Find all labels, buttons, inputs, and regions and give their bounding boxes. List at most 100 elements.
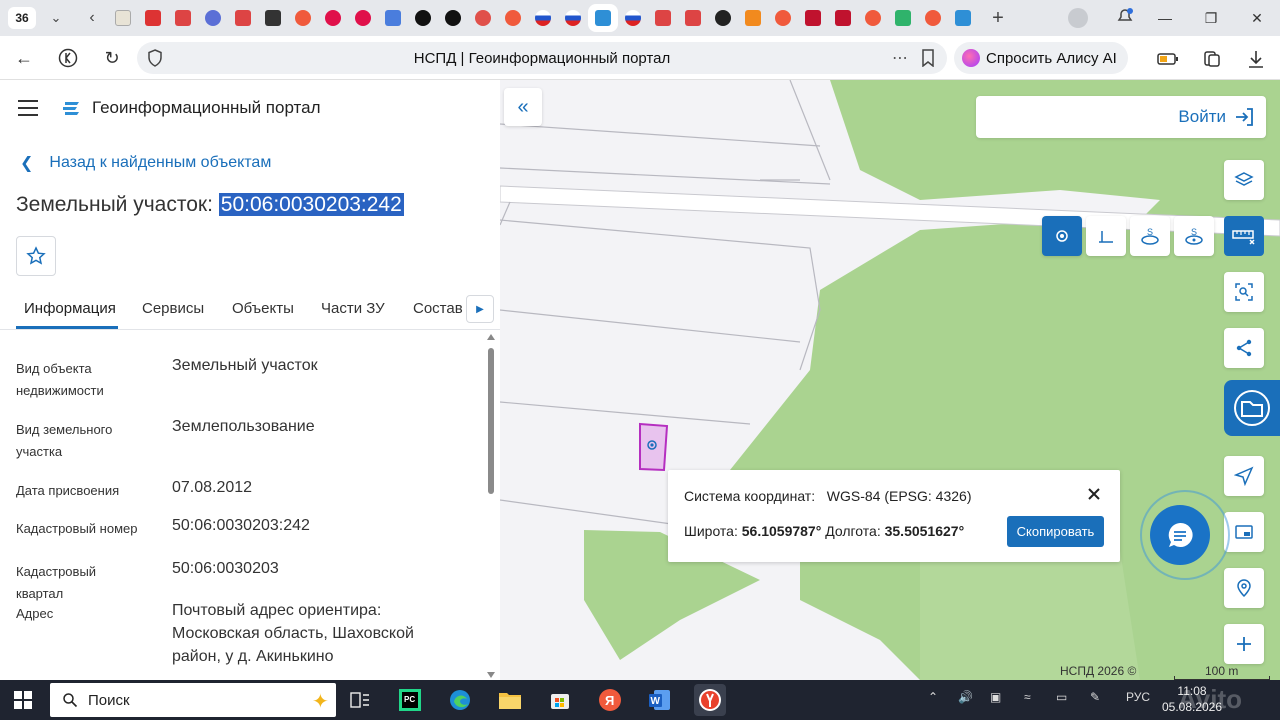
tab-objects[interactable]: Объекты: [232, 300, 294, 317]
tab-favicon[interactable]: [828, 4, 858, 32]
point-tool-button[interactable]: [1042, 216, 1082, 256]
tray-expand-icon[interactable]: ⌃: [928, 690, 938, 704]
distance-tool-button[interactable]: [1086, 216, 1126, 256]
tab-services[interactable]: Сервисы: [142, 300, 204, 317]
notification-icon[interactable]: [1115, 6, 1135, 26]
tab-favicon[interactable]: [858, 4, 888, 32]
circle-area-tool-button[interactable]: S: [1174, 216, 1214, 256]
tab-favicon[interactable]: [618, 4, 648, 32]
tab-favicon[interactable]: [648, 4, 678, 32]
edge-icon[interactable]: [444, 684, 476, 716]
latitude-value[interactable]: 56.1059787°: [742, 523, 822, 539]
tab-favicon[interactable]: [408, 4, 438, 32]
new-tab-icon[interactable]: +: [984, 4, 1012, 32]
display-icon[interactable]: ▣: [990, 690, 1001, 704]
scroll-down-icon[interactable]: [487, 672, 495, 678]
tab-favicon[interactable]: [708, 4, 738, 32]
scroll-up-icon[interactable]: [487, 334, 495, 340]
copy-button[interactable]: Скопировать: [1007, 516, 1104, 547]
minimap-button[interactable]: [1224, 512, 1264, 552]
menu-icon[interactable]: [18, 100, 38, 116]
selected-parcel[interactable]: [639, 422, 669, 472]
tab-favicon[interactable]: [468, 4, 498, 32]
tab-favicon[interactable]: [108, 4, 138, 32]
navigate-button[interactable]: [1224, 456, 1264, 496]
map-view[interactable]: « Войти S S Система координат: WGS-84 (E…: [500, 80, 1280, 680]
tab-favicon[interactable]: [228, 4, 258, 32]
store-icon[interactable]: [544, 684, 576, 716]
cadastral-map-button[interactable]: [1224, 380, 1280, 436]
longitude-value[interactable]: 35.5051627°: [885, 523, 965, 539]
login-button[interactable]: Войти: [976, 96, 1266, 138]
tab-favicon[interactable]: [318, 4, 348, 32]
tab-back-icon[interactable]: ‹: [80, 6, 104, 30]
tab-favicon[interactable]: [798, 4, 828, 32]
download-icon[interactable]: [1245, 48, 1267, 70]
close-icon[interactable]: [1086, 486, 1102, 502]
area-tool-button[interactable]: S: [1130, 216, 1170, 256]
tab-favicon[interactable]: [348, 4, 378, 32]
tab-favicon[interactable]: [138, 4, 168, 32]
tab-information[interactable]: Информация: [24, 300, 116, 317]
alisa-button[interactable]: Спросить Алису AI: [954, 42, 1128, 74]
back-arrow-icon[interactable]: ←: [12, 46, 36, 70]
tab-favicon[interactable]: [198, 4, 228, 32]
tab-favicon[interactable]: [258, 4, 288, 32]
pen-icon[interactable]: ✎: [1090, 690, 1100, 704]
volume-icon[interactable]: 🔊: [958, 690, 973, 704]
collapse-panel-button[interactable]: «: [504, 88, 542, 126]
tab-favicon[interactable]: [498, 4, 528, 32]
tab-favicon[interactable]: [558, 4, 588, 32]
zoom-in-button[interactable]: [1224, 624, 1264, 664]
bookmark-icon[interactable]: [921, 49, 935, 67]
more-icon[interactable]: ⋯: [892, 48, 909, 68]
select-area-button[interactable]: [1224, 272, 1264, 312]
collections-icon[interactable]: [1201, 48, 1223, 70]
windows-start-icon[interactable]: [14, 691, 32, 709]
chevron-down-icon[interactable]: ⌄: [44, 6, 68, 30]
file-explorer-icon[interactable]: [494, 684, 526, 716]
pycharm-icon[interactable]: PC: [394, 684, 426, 716]
tab-favicon[interactable]: [948, 4, 978, 32]
task-view-icon[interactable]: [344, 684, 376, 716]
wifi-icon[interactable]: ≈: [1024, 690, 1031, 704]
tab-count-badge[interactable]: 36: [8, 7, 36, 29]
address-bar[interactable]: НСПД | Геоинформационный портал ⋯: [137, 42, 947, 74]
tab-favicon[interactable]: [888, 4, 918, 32]
tab-favicon[interactable]: [768, 4, 798, 32]
share-button[interactable]: [1224, 328, 1264, 368]
tab-favicon[interactable]: [678, 4, 708, 32]
tab-favicon[interactable]: [378, 4, 408, 32]
tab-favicon[interactable]: [738, 4, 768, 32]
location-search-button[interactable]: [1224, 568, 1264, 608]
close-icon[interactable]: ✕: [1234, 0, 1280, 36]
tabs-next-button[interactable]: ▶: [466, 295, 494, 323]
language-indicator[interactable]: РУС: [1126, 690, 1150, 704]
chat-button[interactable]: [1150, 505, 1210, 565]
battery-saver-icon[interactable]: [1157, 48, 1179, 70]
layers-button[interactable]: [1224, 160, 1264, 200]
scroll-thumb[interactable]: [488, 348, 494, 494]
word-icon[interactable]: W: [644, 684, 676, 716]
yandex-logo-icon[interactable]: [56, 46, 80, 70]
restore-icon[interactable]: ❐: [1188, 0, 1234, 36]
object-cadastral-number[interactable]: 50:06:0030203:242: [218, 193, 404, 216]
tab-favicon[interactable]: [918, 4, 948, 32]
measure-button[interactable]: [1224, 216, 1264, 256]
tab-composition[interactable]: Состав: [413, 300, 463, 317]
minimize-icon[interactable]: —: [1142, 0, 1188, 36]
tab-favicon[interactable]: [528, 4, 558, 32]
tab-parts[interactable]: Части ЗУ: [321, 300, 385, 317]
panel-scrollbar[interactable]: [486, 332, 496, 680]
tab-favicon[interactable]: [438, 4, 468, 32]
yandex-app-icon[interactable]: Я: [594, 684, 626, 716]
yandex-browser-icon[interactable]: [694, 684, 726, 716]
tab-favicon[interactable]: [288, 4, 318, 32]
profile-avatar[interactable]: [1068, 8, 1088, 28]
taskbar-search[interactable]: Поиск ✦: [50, 683, 336, 717]
tab-favicon-active[interactable]: [588, 4, 618, 32]
reload-icon[interactable]: ↻: [100, 46, 124, 70]
favorite-button[interactable]: [16, 236, 56, 276]
shield-icon[interactable]: [147, 49, 163, 67]
tab-favicon[interactable]: [168, 4, 198, 32]
